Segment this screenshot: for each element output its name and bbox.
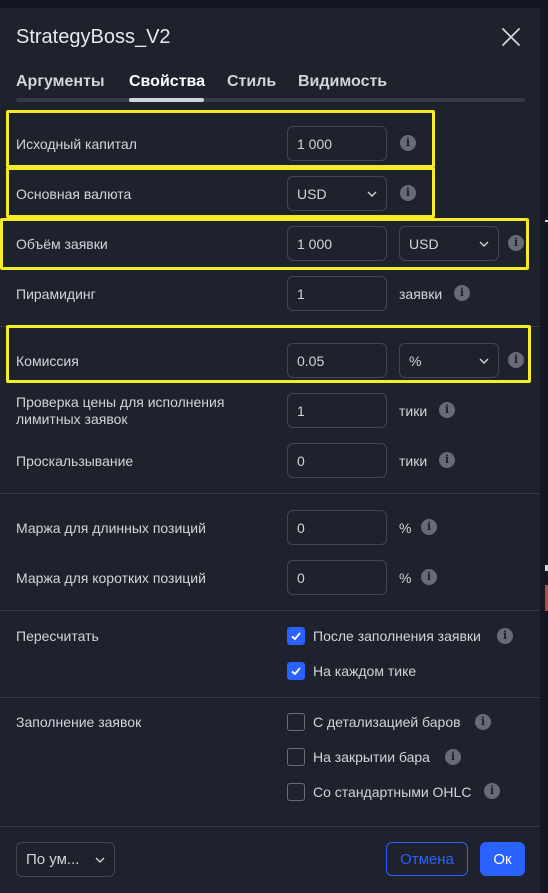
close-icon[interactable] [498,24,524,50]
tab-active-indicator [129,98,204,102]
on-bar-close-label[interactable]: На закрытии бара [313,749,430,765]
section-divider [0,493,540,494]
margin-short-unit: % [399,570,412,586]
defaults-select[interactable]: По ум... [16,842,115,877]
dialog-title: StrategyBoss_V2 [16,26,171,48]
tab-arguments[interactable]: Аргументы [16,73,105,91]
margin-short-label: Маржа для коротких позиций [16,570,206,586]
info-icon[interactable]: i [439,402,455,418]
bar-magnifier-label[interactable]: С детализацией баров [313,714,461,730]
pyramiding-unit: заявки [399,286,443,302]
info-icon[interactable]: i [484,783,500,799]
slippage-unit: тики [399,453,428,469]
cancel-button[interactable]: Отмена [386,842,468,876]
on-every-tick-label[interactable]: На каждом тике [313,663,416,679]
slippage-label: Проскальзывание [16,453,134,469]
tab-properties[interactable]: Свойства [129,73,205,91]
on-bar-close-checkbox[interactable] [287,748,305,766]
pyramiding-input[interactable]: 1 [287,276,387,311]
standard-ohlc-label[interactable]: Со стандартными OHLC [313,784,471,800]
section-divider [0,610,540,611]
margin-long-input[interactable]: 0 [287,510,387,545]
background-chart-edge [540,0,548,893]
chevron-down-icon [95,857,105,863]
ok-button[interactable]: Ок [480,842,525,876]
margin-short-input[interactable]: 0 [287,560,387,595]
slippage-input[interactable]: 0 [287,443,387,478]
section-divider [0,697,540,698]
fill-orders-label: Заполнение заявок [16,714,142,730]
highlight-commission [6,325,531,383]
info-icon[interactable]: i [497,628,513,644]
limit-check-unit: тики [399,403,428,419]
footer-divider [0,826,540,827]
background-window-strip [0,0,548,8]
highlight-order-size [0,218,529,270]
limit-check-label-line2: лимитных заявок [16,411,128,427]
limit-check-input[interactable]: 1 [287,393,387,428]
pyramiding-label: Пирамидинг [16,286,96,302]
info-icon[interactable]: i [454,285,470,301]
info-icon[interactable]: i [421,519,437,535]
after-order-filled-label[interactable]: После заполнения заявки [313,628,481,644]
info-icon[interactable]: i [475,714,491,730]
recalculate-label: Пересчитать [16,628,99,644]
tabs-underline-track [16,98,525,102]
margin-long-unit: % [399,520,412,536]
limit-check-label-line1: Проверка цены для исполнения [16,394,225,410]
margin-long-label: Маржа для длинных позиций [16,520,206,536]
info-icon[interactable]: i [439,452,455,468]
tab-style[interactable]: Стиль [227,73,276,91]
highlight-base-currency [6,167,435,218]
checkmark-icon [291,667,301,676]
info-icon[interactable]: i [421,569,437,585]
after-order-filled-checkbox[interactable] [287,627,305,645]
highlight-initial-capital [6,110,435,168]
standard-ohlc-checkbox[interactable] [287,783,305,801]
bar-magnifier-checkbox[interactable] [287,713,305,731]
on-every-tick-checkbox[interactable] [287,662,305,680]
defaults-select-label: По ум... [26,851,80,868]
tab-visibility[interactable]: Видимость [298,73,387,91]
checkmark-icon [291,632,301,641]
info-icon[interactable]: i [445,749,461,765]
